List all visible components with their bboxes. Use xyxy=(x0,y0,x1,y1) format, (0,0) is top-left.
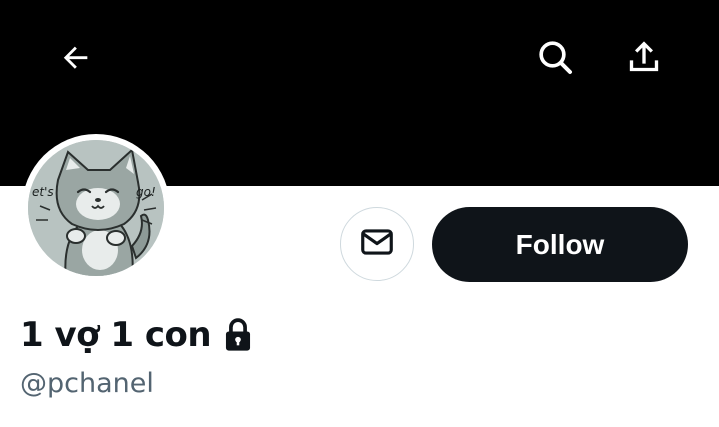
share-upload-icon xyxy=(624,37,664,82)
follow-button[interactable]: Follow xyxy=(432,207,688,282)
arrow-left-icon xyxy=(59,40,93,79)
message-button[interactable] xyxy=(340,207,414,281)
back-button[interactable] xyxy=(50,33,102,85)
user-handle: @pchanel xyxy=(20,368,154,399)
avatar[interactable]: et's go! xyxy=(22,134,170,282)
sticker-text-left: et's xyxy=(32,185,54,199)
profile-page: et's go! Follow 1 vợ 1 con @pchanel xyxy=(0,0,719,427)
envelope-icon xyxy=(358,223,396,266)
avatar-image: et's go! xyxy=(28,140,164,276)
search-icon xyxy=(535,37,575,82)
share-button[interactable] xyxy=(618,33,670,85)
protected-lock-icon xyxy=(221,316,255,354)
search-button[interactable] xyxy=(529,33,581,85)
display-name: 1 vợ 1 con xyxy=(20,315,212,355)
follow-button-label: Follow xyxy=(515,228,605,260)
sticker-text-right: go! xyxy=(136,185,156,199)
display-name-row: 1 vợ 1 con xyxy=(20,312,255,358)
